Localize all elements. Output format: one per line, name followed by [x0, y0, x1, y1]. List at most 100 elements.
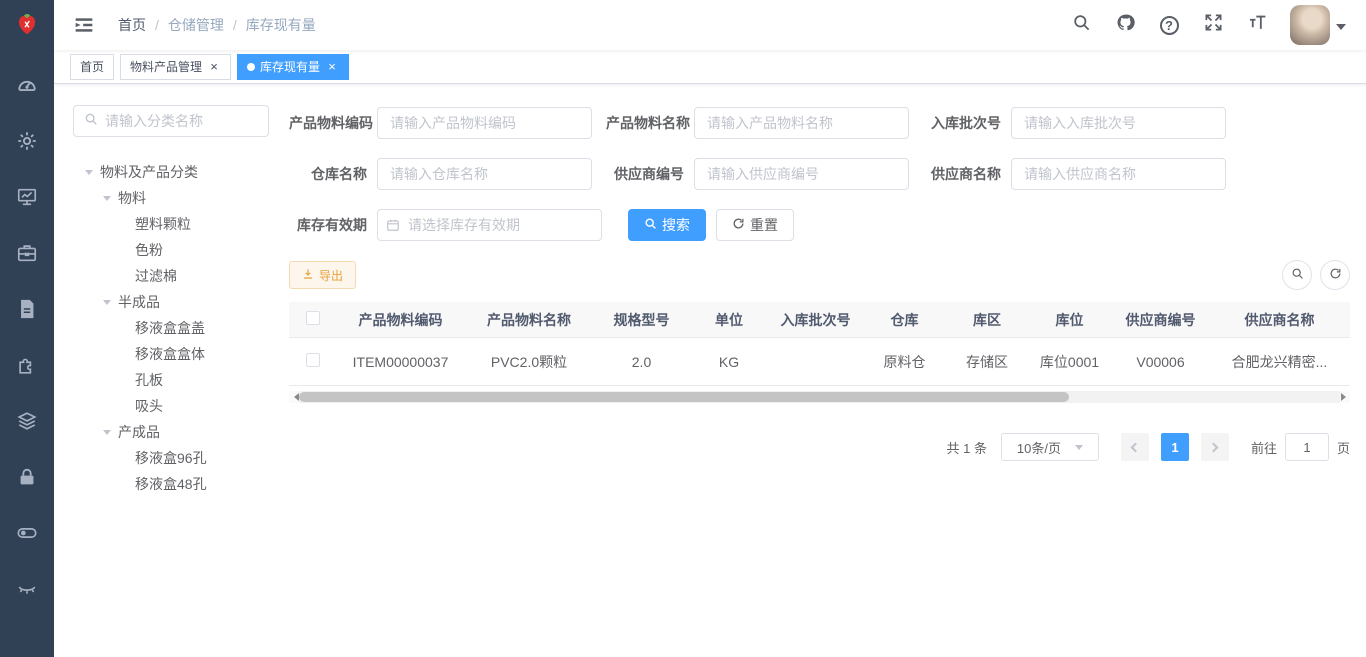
gear-icon [16, 130, 38, 152]
tab-home[interactable]: 首页 [70, 54, 114, 80]
active-dot-icon [247, 63, 255, 71]
puzzle-icon [16, 354, 38, 376]
refresh-icon [1329, 267, 1342, 283]
tree-node-box-body[interactable]: 移液盒盒体 [73, 341, 289, 367]
tags-view-bar: 首页 物料产品管理 × 库存现有量 × [54, 50, 1366, 84]
caret-down-icon[interactable] [103, 196, 111, 205]
breadcrumb-home[interactable]: 首页 [118, 15, 146, 35]
font-size-icon [1248, 13, 1267, 37]
app-root: 首页 / 仓储管理 / 库存现有量 ? 首页 [0, 0, 1366, 657]
page-size-select[interactable]: 10条/页 [1001, 433, 1099, 461]
tab-label: 物料产品管理 [130, 58, 202, 75]
sidebar-item-dashboard[interactable] [16, 74, 38, 96]
column-header: 供应商编号 [1112, 310, 1209, 330]
tree-node-box-96[interactable]: 移液盒96孔 [73, 445, 289, 471]
supplier-name-input[interactable] [1011, 158, 1226, 190]
toggle-search-button[interactable] [1282, 260, 1312, 290]
font-size-button[interactable] [1240, 5, 1274, 45]
caret-down-icon[interactable] [103, 300, 111, 309]
sidebar-item-permissions[interactable] [16, 466, 38, 488]
inbound-batch-input[interactable] [1011, 107, 1226, 139]
sidebar-item-toolbox[interactable] [16, 242, 38, 264]
caret-down-icon[interactable] [85, 170, 93, 179]
github-link-button[interactable] [1108, 5, 1142, 45]
next-page-button[interactable] [1201, 433, 1229, 461]
cell-unit: KG [689, 354, 769, 370]
page-jumper: 前往 页 [1251, 433, 1350, 461]
row-checkbox[interactable] [306, 353, 320, 367]
column-header: 仓库 [862, 310, 947, 330]
help-button[interactable]: ? [1152, 5, 1186, 45]
scroll-right-arrow[interactable] [1340, 393, 1350, 401]
monitor-chart-icon [16, 186, 38, 208]
expiry-date-input[interactable] [377, 209, 602, 241]
tree-node-tip[interactable]: 吸头 [73, 393, 289, 419]
sidebar-item-documents[interactable] [16, 298, 38, 320]
refresh-icon [732, 217, 745, 233]
field-supplier-name: 供应商名称 [923, 158, 1226, 190]
select-all-checkbox[interactable] [306, 311, 320, 325]
prev-page-button[interactable] [1121, 433, 1149, 461]
sidebar-item-settings[interactable] [16, 130, 38, 152]
tree-node-semi-finished[interactable]: 半成品 [73, 289, 289, 315]
tab-inventory-on-hand[interactable]: 库存现有量 × [237, 54, 349, 80]
warehouse-name-input[interactable] [377, 158, 592, 190]
supplier-code-input[interactable] [694, 158, 909, 190]
page-content: 物料及产品分类 物料 塑料颗粒 色粉 过滤棉 半成品 移液盒盒盖 移液盒盒体 孔… [54, 84, 1366, 657]
github-icon [1116, 13, 1135, 37]
sidebar-item-toggle[interactable] [16, 522, 38, 544]
tree-node-finished[interactable]: 产成品 [73, 419, 289, 445]
top-navbar: 首页 / 仓储管理 / 库存现有量 ? [54, 0, 1366, 50]
tree-node-box-48[interactable]: 移液盒48孔 [73, 471, 289, 497]
document-icon [16, 298, 38, 320]
goto-page-input[interactable] [1285, 433, 1329, 461]
table-row[interactable]: ITEM00000037 PVC2.0颗粒 2.0 KG 原料仓 存储区 库位0… [289, 338, 1350, 386]
sidebar-item-charts[interactable] [16, 186, 38, 208]
tree-node-plastic-pellet[interactable]: 塑料颗粒 [73, 211, 289, 237]
close-icon[interactable]: × [207, 60, 221, 74]
inventory-table: 产品物料编码 产品物料名称 规格型号 单位 入库批次号 仓库 库区 库位 供应商… [289, 302, 1350, 403]
sidebar-item-eye[interactable] [16, 578, 38, 600]
table-toolbar: 导出 [289, 260, 1350, 290]
tree-node-pigment[interactable]: 色粉 [73, 237, 289, 263]
cell-spec: 2.0 [594, 354, 689, 370]
scrollbar-thumb[interactable] [299, 392, 1069, 402]
tab-material-product-management[interactable]: 物料产品管理 × [120, 54, 231, 80]
app-logo[interactable] [0, 0, 54, 50]
sidebar-item-layers[interactable] [16, 410, 38, 432]
fullscreen-button[interactable] [1196, 5, 1230, 45]
column-header: 规格型号 [594, 310, 689, 330]
search-button[interactable]: 搜索 [628, 209, 706, 241]
scroll-left-arrow[interactable] [289, 393, 299, 401]
reset-button[interactable]: 重置 [716, 209, 794, 241]
caret-down-icon[interactable] [103, 430, 111, 439]
category-search-box [73, 105, 269, 137]
page-number-1[interactable]: 1 [1161, 433, 1189, 461]
total-count-label: 共 1 条 [947, 438, 987, 457]
briefcase-icon [16, 242, 38, 264]
tree-node-material[interactable]: 物料 [73, 185, 289, 211]
refresh-table-button[interactable] [1320, 260, 1350, 290]
header-search-button[interactable] [1064, 5, 1098, 45]
item-code-input[interactable] [377, 107, 592, 139]
table-header-row: 产品物料编码 产品物料名称 规格型号 单位 入库批次号 仓库 库区 库位 供应商… [289, 302, 1350, 338]
cell-item-code: ITEM00000037 [337, 354, 464, 370]
sidebar-toggle-button[interactable] [68, 15, 100, 35]
export-button[interactable]: 导出 [289, 261, 356, 289]
category-search-input[interactable] [105, 113, 258, 129]
chevron-right-icon [1209, 442, 1219, 452]
user-menu[interactable] [1284, 5, 1352, 45]
field-warehouse-name: 仓库名称 [289, 158, 592, 190]
sidebar-item-components[interactable] [16, 354, 38, 376]
column-header: 产品物料编码 [337, 310, 464, 330]
item-name-input[interactable] [694, 107, 909, 139]
column-header: 库区 [947, 310, 1027, 330]
scrollbar-track[interactable] [299, 391, 1340, 403]
breadcrumb-current: 库存现有量 [246, 15, 316, 35]
tree-node-well-plate[interactable]: 孔板 [73, 367, 289, 393]
tree-node-filter-cotton[interactable]: 过滤棉 [73, 263, 289, 289]
close-icon[interactable]: × [325, 60, 339, 74]
tree-node-root[interactable]: 物料及产品分类 [73, 159, 289, 185]
navbar-actions: ? [1064, 5, 1352, 45]
tree-node-box-lid[interactable]: 移液盒盒盖 [73, 315, 289, 341]
